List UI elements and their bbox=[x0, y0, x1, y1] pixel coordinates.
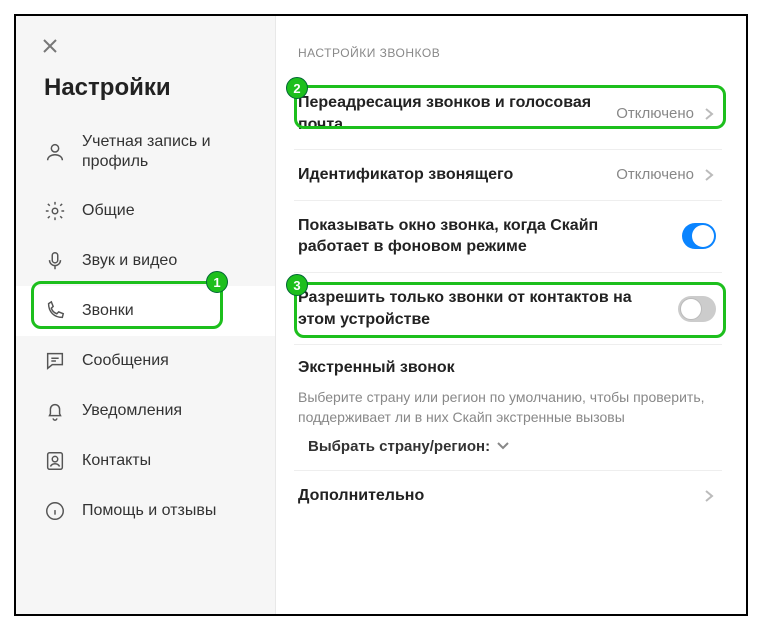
emergency-desc: Выберите страну или регион по умолчанию,… bbox=[298, 387, 716, 428]
row-label: Показывать окно звонка, когда Скайп рабо… bbox=[298, 215, 682, 258]
sidebar-item-account[interactable]: Учетная запись и профиль bbox=[16, 118, 275, 186]
sidebar-item-label: Уведомления bbox=[82, 401, 182, 421]
section-title: НАСТРОЙКИ ЗВОНКОВ bbox=[294, 46, 722, 60]
row-caller-id[interactable]: Идентификатор звонящего Отключено bbox=[294, 150, 722, 201]
sidebar-item-label: Звонки bbox=[82, 301, 134, 321]
microphone-icon bbox=[44, 250, 66, 272]
row-label: Разрешить только звонки от контактов на … bbox=[298, 287, 678, 330]
sidebar-item-audio-video[interactable]: Звук и видео bbox=[16, 236, 275, 286]
bell-icon bbox=[44, 400, 66, 422]
sidebar-item-general[interactable]: Общие bbox=[16, 186, 275, 236]
row-value: Отключено bbox=[616, 105, 694, 122]
emergency-country-select[interactable]: Выбрать страну/регион: bbox=[298, 438, 510, 456]
sidebar-item-messaging[interactable]: Сообщения bbox=[16, 336, 275, 386]
sidebar-item-label: Контакты bbox=[82, 451, 151, 471]
annotation-badge-2: 2 bbox=[286, 77, 308, 99]
sidebar-item-label: Помощь и отзывы bbox=[82, 501, 216, 521]
sidebar-item-notifications[interactable]: Уведомления bbox=[16, 386, 275, 436]
select-label: Выбрать страну/регион: bbox=[308, 438, 490, 455]
annotation-badge-3: 3 bbox=[286, 274, 308, 296]
close-button[interactable] bbox=[34, 30, 66, 62]
row-label: Идентификатор звонящего bbox=[298, 164, 525, 186]
row-call-forwarding[interactable]: Переадресация звонков и голосовая почта … bbox=[294, 78, 722, 150]
row-label: Переадресация звонков и голосовая почта bbox=[298, 92, 616, 135]
row-show-call-window: Показывать окно звонка, когда Скайп рабо… bbox=[294, 201, 722, 273]
chevron-down-icon bbox=[496, 438, 510, 456]
emergency-title: Экстренный звонок bbox=[298, 359, 716, 377]
chevron-right-icon bbox=[702, 168, 716, 182]
annotation-badge-1: 1 bbox=[206, 271, 228, 293]
user-icon bbox=[44, 141, 66, 163]
contacts-icon bbox=[44, 450, 66, 472]
settings-sidebar: Настройки Учетная запись и профиль Общие… bbox=[16, 16, 276, 614]
row-value: Отключено bbox=[616, 166, 694, 183]
sidebar-item-label: Сообщения bbox=[82, 351, 169, 371]
sidebar-item-help[interactable]: Помощь и отзывы bbox=[16, 486, 275, 536]
row-advanced[interactable]: Дополнительно bbox=[294, 471, 722, 521]
sidebar-item-label: Общие bbox=[82, 201, 135, 221]
sidebar-item-label: Звук и видео bbox=[82, 251, 177, 271]
sidebar-item-label: Учетная запись и профиль bbox=[82, 132, 247, 172]
toggle-show-call-window[interactable] bbox=[682, 223, 716, 249]
chevron-right-icon bbox=[702, 107, 716, 121]
chevron-right-icon bbox=[702, 489, 716, 503]
settings-title: Настройки bbox=[16, 62, 275, 118]
row-contacts-only: Разрешить только звонки от контактов на … bbox=[294, 273, 722, 345]
sidebar-item-contacts[interactable]: Контакты bbox=[16, 436, 275, 486]
chat-icon bbox=[44, 350, 66, 372]
info-icon bbox=[44, 500, 66, 522]
gear-icon bbox=[44, 200, 66, 222]
row-label: Дополнительно bbox=[298, 485, 436, 507]
sidebar-item-calling[interactable]: Звонки bbox=[16, 286, 275, 336]
phone-icon bbox=[44, 300, 66, 322]
toggle-contacts-only[interactable] bbox=[678, 296, 716, 322]
settings-main: НАСТРОЙКИ ЗВОНКОВ Переадресация звонков … bbox=[276, 16, 746, 614]
row-emergency: Экстренный звонок Выберите страну или ре… bbox=[294, 345, 722, 471]
